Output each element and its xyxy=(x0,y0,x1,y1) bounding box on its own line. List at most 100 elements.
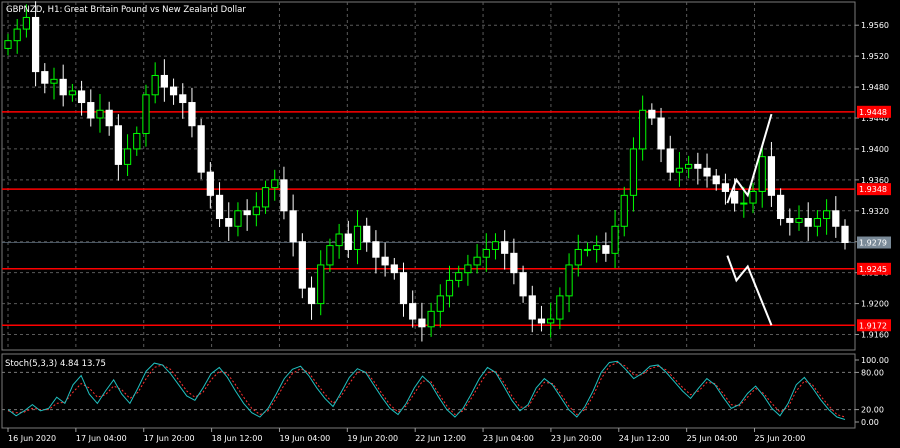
stochastic-tick-label: 80.00 xyxy=(861,368,884,377)
candle-body xyxy=(234,210,242,227)
candle-body xyxy=(335,233,343,247)
candle-body xyxy=(694,163,702,169)
candle-body xyxy=(731,190,739,204)
level-price-label: 1.9172 xyxy=(859,321,887,330)
candle-body xyxy=(243,210,251,216)
candle-body xyxy=(271,179,279,189)
time-tick-label: 23 Jun 20:00 xyxy=(551,434,602,443)
time-tick-label: 24 Jun 12:00 xyxy=(619,434,670,443)
candle xyxy=(298,233,306,299)
price-tick-label: 1.9400 xyxy=(861,145,889,154)
candle-body xyxy=(307,287,316,305)
candle-body xyxy=(804,218,812,227)
candle-body xyxy=(22,16,31,30)
level-price-label: 1.9245 xyxy=(859,265,887,274)
candle-body xyxy=(151,74,159,96)
time-tick-label: 25 Jun 20:00 xyxy=(755,434,806,443)
price-axis: 1.95601.95201.94801.94401.94001.93601.93… xyxy=(855,21,891,340)
time-tick-label: 19 Jun 04:00 xyxy=(279,434,330,443)
candle-body xyxy=(96,109,104,119)
candle-body xyxy=(648,109,656,119)
candle-body xyxy=(326,245,334,266)
stochastic-label: Stoch(5,3,3) 4.84 13.75 xyxy=(5,359,106,369)
time-tick-label: 19 Jun 20:00 xyxy=(347,434,398,443)
candle-body xyxy=(445,279,454,297)
candle-body xyxy=(68,90,76,96)
candle-body xyxy=(427,310,435,328)
candle-body xyxy=(547,318,555,324)
candle-body xyxy=(50,78,58,84)
candle-body xyxy=(399,272,408,305)
candle-body xyxy=(639,109,647,150)
candle-body xyxy=(565,264,573,297)
candle-body xyxy=(105,109,113,127)
level-price-label: 1.9348 xyxy=(859,185,887,194)
candle-body xyxy=(519,272,527,297)
candle-body xyxy=(31,16,40,73)
price-tick-label: 1.9320 xyxy=(861,207,889,216)
stochastic-panel-frame xyxy=(1,353,856,429)
candle-body xyxy=(556,295,564,320)
chart-description: Great Britain Pound vs New Zealand Dolla… xyxy=(64,5,246,15)
candle-body xyxy=(611,225,619,254)
price-tick-label: 1.9520 xyxy=(861,52,889,61)
candle-body xyxy=(160,74,168,88)
candle-body xyxy=(675,167,684,173)
candle-body xyxy=(528,295,536,320)
candle-body xyxy=(574,248,582,266)
candle-body xyxy=(197,125,205,173)
candle-body xyxy=(41,71,49,84)
candle-body xyxy=(188,102,196,127)
candle-body xyxy=(87,102,95,119)
candle-body xyxy=(464,264,472,274)
candle-body xyxy=(620,194,628,227)
stochastic-tick-label: 20.00 xyxy=(861,406,884,415)
candle-body xyxy=(482,248,490,258)
candle-body xyxy=(841,225,849,244)
candle-body xyxy=(455,272,463,281)
candle-body xyxy=(215,194,224,220)
stochastic-axis: 100.00 80.00 20.00 0.00 xyxy=(855,356,889,427)
current-price-label: 1.9279 xyxy=(859,239,887,248)
level-price-label: 1.9448 xyxy=(859,108,887,117)
candle-body xyxy=(169,86,178,96)
candle-body xyxy=(758,156,766,192)
time-tick-label: 23 Jun 04:00 xyxy=(483,434,534,443)
candle-body xyxy=(657,117,665,150)
candle-body xyxy=(602,245,610,254)
stochastic-panel: Stoch(5,3,3) 4.84 13.75 xyxy=(1,353,856,429)
candle-body xyxy=(344,233,352,250)
candle-body xyxy=(583,248,592,251)
candle-body xyxy=(179,94,187,104)
candle-body xyxy=(491,241,500,250)
candle-body xyxy=(390,264,398,274)
candle-body xyxy=(133,132,141,150)
candle-body xyxy=(381,256,389,266)
candle-body xyxy=(510,252,518,274)
candle-body xyxy=(252,206,260,216)
time-tick-label: 17 Jun 04:00 xyxy=(76,434,127,443)
candle-body xyxy=(712,175,720,185)
time-tick-label: 17 Jun 20:00 xyxy=(144,434,195,443)
candle-body xyxy=(537,318,546,324)
candle-body xyxy=(206,171,214,196)
candle-body xyxy=(4,40,12,49)
candle-body xyxy=(666,148,674,173)
candle-body xyxy=(289,210,297,243)
stochastic-tick-label: 0.00 xyxy=(861,418,879,427)
candle xyxy=(197,118,205,180)
chart-symbol: GBPNZD, H1: xyxy=(6,5,62,15)
candle-body xyxy=(418,318,426,328)
price-tick-label: 1.9560 xyxy=(861,21,889,30)
candle-body xyxy=(822,210,831,220)
time-tick-label: 18 Jun 12:00 xyxy=(212,434,263,443)
candle-body xyxy=(280,179,288,212)
candle-body xyxy=(501,241,509,254)
candle-body xyxy=(77,90,86,104)
candle-body xyxy=(261,187,270,208)
candle-body xyxy=(832,210,840,227)
candle-body xyxy=(142,94,150,134)
candle-body xyxy=(317,264,325,305)
time-tick-label: 25 Jun 04:00 xyxy=(687,434,738,443)
candle-body xyxy=(685,163,693,169)
